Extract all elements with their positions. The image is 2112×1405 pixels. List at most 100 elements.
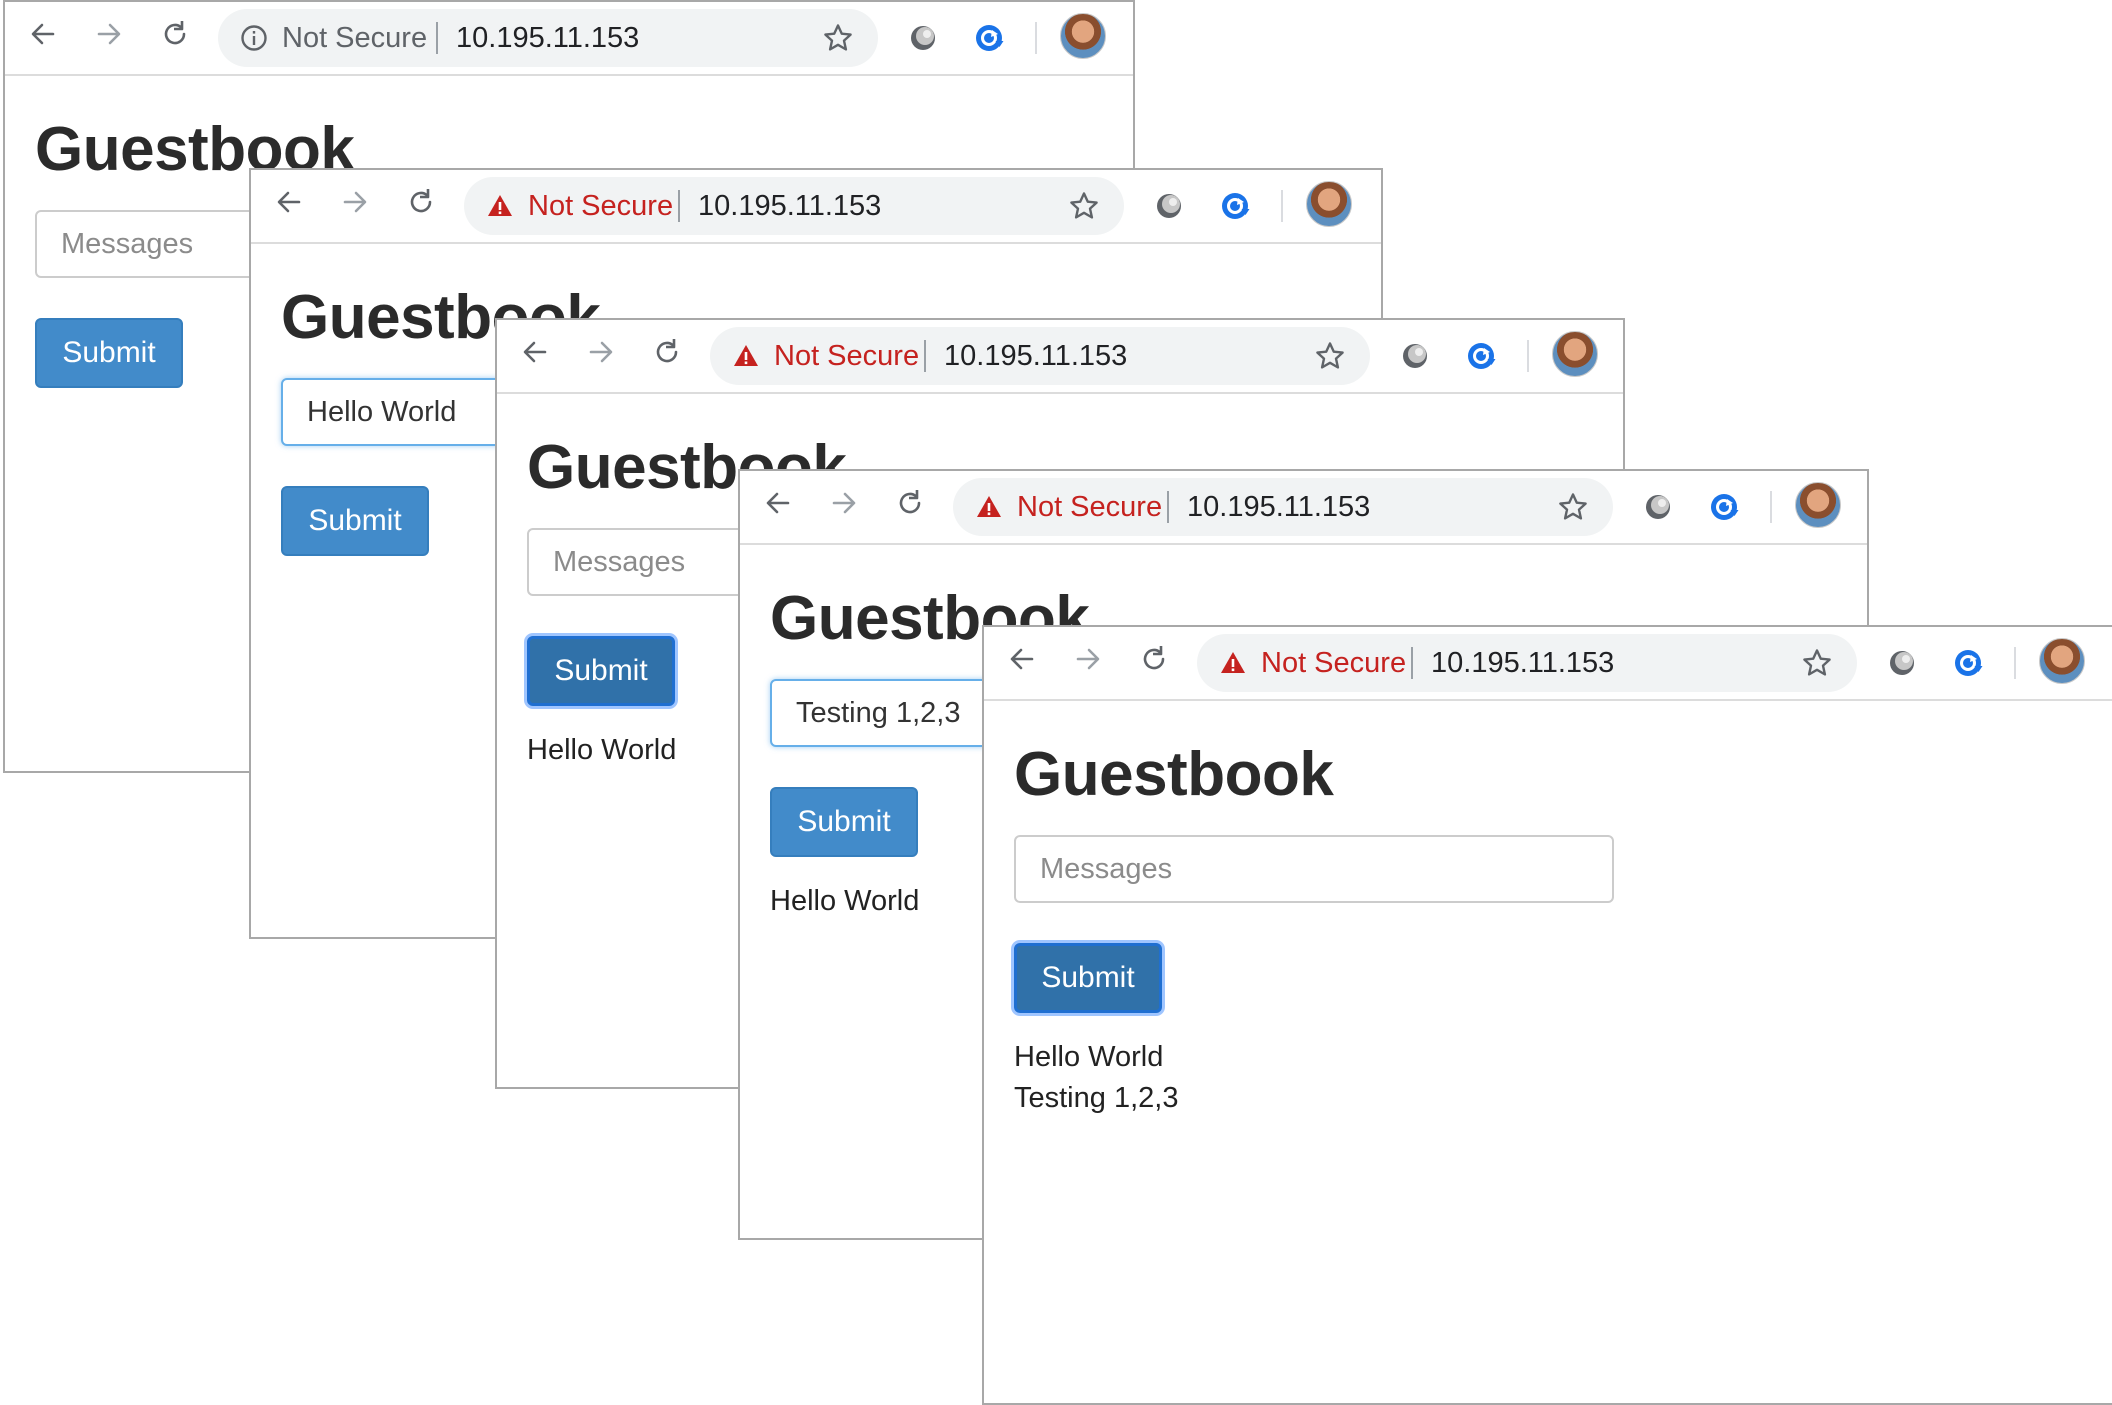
security-indicator[interactable]: Not Secure: [732, 327, 919, 385]
browser-toolbar: Not Secure 10.195.11.153: [984, 627, 2112, 701]
arrow-left-icon: [519, 336, 551, 373]
reload-button[interactable]: [641, 328, 693, 380]
url-text[interactable]: 10.195.11.153: [698, 177, 881, 235]
profile-avatar[interactable]: [1552, 331, 1598, 377]
toolbar-divider: [1527, 340, 1529, 372]
grey-orb-extension-icon[interactable]: [1153, 190, 1185, 222]
address-separator: [1411, 647, 1413, 679]
page-content: Guestbook Submit Hello World Testing 1,2,3: [984, 699, 2112, 1403]
grey-orb-extension-icon[interactable]: [907, 22, 939, 54]
browser-toolbar: Not Secure 10.195.11.153: [5, 2, 1133, 76]
submit-button[interactable]: Submit: [770, 787, 918, 857]
star-icon[interactable]: [1801, 647, 1833, 679]
guestbook-message: Hello World: [1014, 1041, 1164, 1073]
reload-icon: [894, 487, 926, 524]
security-label: Not Secure: [528, 189, 674, 222]
security-indicator[interactable]: Not Secure: [975, 478, 1162, 536]
submit-button[interactable]: Submit: [527, 636, 675, 706]
profile-avatar[interactable]: [1306, 181, 1352, 227]
reload-icon: [159, 18, 191, 55]
security-label: Not Secure: [774, 339, 920, 372]
page-title: Guestbook: [1014, 740, 1334, 809]
forward-button[interactable]: [1062, 635, 1114, 687]
forward-button[interactable]: [329, 178, 381, 230]
security-label: Not Secure: [1017, 490, 1163, 523]
grey-orb-extension-icon[interactable]: [1642, 491, 1674, 523]
guestbook-messages: Hello World Testing 1,2,3: [1014, 1037, 1178, 1119]
reload-button[interactable]: [395, 178, 447, 230]
reload-button[interactable]: [1128, 635, 1180, 687]
star-icon[interactable]: [1557, 491, 1589, 523]
back-button[interactable]: [263, 178, 315, 230]
address-separator: [924, 340, 926, 372]
profile-avatar[interactable]: [2039, 638, 2085, 684]
warning-triangle-icon: [486, 192, 514, 220]
profile-avatar[interactable]: [1795, 482, 1841, 528]
browser-toolbar: Not Secure 10.195.11.153: [740, 471, 1867, 545]
security-indicator[interactable]: Not Secure: [240, 9, 427, 67]
forward-button[interactable]: [575, 328, 627, 380]
guestbook-messages: Hello World: [770, 881, 919, 922]
warning-triangle-icon: [975, 493, 1003, 521]
back-button[interactable]: [509, 328, 561, 380]
arrow-right-icon: [585, 336, 617, 373]
address-bar[interactable]: Not Secure 10.195.11.153: [464, 177, 1124, 235]
reload-icon: [405, 186, 437, 223]
browser-window: Not Secure 10.195.11.153 Guestbook Submit He…: [982, 625, 2112, 1405]
address-bar[interactable]: Not Secure 10.195.11.153: [1197, 634, 1857, 692]
toolbar-divider: [1770, 491, 1772, 523]
back-button[interactable]: [17, 10, 69, 62]
toolbar-divider: [1281, 190, 1283, 222]
arrow-left-icon: [1006, 643, 1038, 680]
star-icon[interactable]: [1068, 190, 1100, 222]
address-bar[interactable]: Not Secure 10.195.11.153: [218, 9, 878, 67]
reload-icon: [1138, 643, 1170, 680]
forward-button[interactable]: [83, 10, 135, 62]
submit-button[interactable]: Submit: [281, 486, 429, 556]
arrow-left-icon: [762, 487, 794, 524]
arrow-right-icon: [93, 18, 125, 55]
arrow-left-icon: [27, 18, 59, 55]
arrow-right-icon: [339, 186, 371, 223]
submit-button[interactable]: Submit: [1014, 943, 1162, 1013]
message-input[interactable]: [1014, 835, 1614, 903]
address-bar[interactable]: Not Secure 10.195.11.153: [953, 478, 1613, 536]
reload-button[interactable]: [884, 479, 936, 531]
profile-avatar[interactable]: [1060, 13, 1106, 59]
address-bar[interactable]: Not Secure 10.195.11.153: [710, 327, 1370, 385]
security-indicator[interactable]: Not Secure: [1219, 634, 1406, 692]
address-separator: [678, 190, 680, 222]
url-text[interactable]: 10.195.11.153: [1431, 634, 1614, 692]
forward-button[interactable]: [818, 479, 870, 531]
toolbar-divider: [2014, 647, 2016, 679]
reload-icon: [651, 336, 683, 373]
warning-triangle-icon: [1219, 649, 1247, 677]
grey-orb-extension-icon[interactable]: [1886, 647, 1918, 679]
back-button[interactable]: [996, 635, 1048, 687]
blue-refresh-extension-icon[interactable]: [973, 22, 1005, 54]
browser-toolbar: Not Secure 10.195.11.153: [251, 170, 1381, 244]
guestbook-message: Hello World: [527, 734, 677, 766]
security-indicator[interactable]: Not Secure: [486, 177, 673, 235]
address-separator: [1167, 491, 1169, 523]
url-text[interactable]: 10.195.11.153: [456, 9, 639, 67]
address-separator: [436, 22, 438, 54]
back-button[interactable]: [752, 479, 804, 531]
star-icon[interactable]: [1314, 340, 1346, 372]
info-circle-icon: [240, 24, 268, 52]
security-label: Not Secure: [282, 21, 428, 54]
blue-refresh-extension-icon[interactable]: [1219, 190, 1251, 222]
star-icon[interactable]: [822, 22, 854, 54]
toolbar-divider: [1035, 22, 1037, 54]
reload-button[interactable]: [149, 10, 201, 62]
blue-refresh-extension-icon[interactable]: [1952, 647, 1984, 679]
guestbook-message: Hello World: [770, 885, 920, 917]
url-text[interactable]: 10.195.11.153: [944, 327, 1127, 385]
blue-refresh-extension-icon[interactable]: [1465, 340, 1497, 372]
grey-orb-extension-icon[interactable]: [1399, 340, 1431, 372]
url-text[interactable]: 10.195.11.153: [1187, 478, 1370, 536]
blue-refresh-extension-icon[interactable]: [1708, 491, 1740, 523]
arrow-right-icon: [1072, 643, 1104, 680]
warning-triangle-icon: [732, 342, 760, 370]
submit-button[interactable]: Submit: [35, 318, 183, 388]
